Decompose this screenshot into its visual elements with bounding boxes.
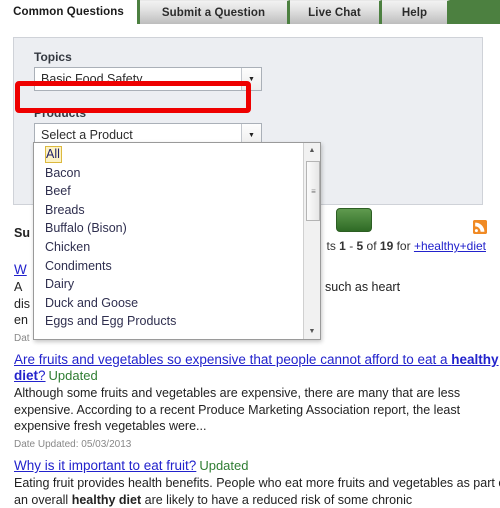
dropdown-scrollbar[interactable]: ▲ ≡ ▼ [303, 143, 320, 339]
topics-label: Topics [34, 50, 72, 64]
tab-help-label: Help [401, 6, 428, 19]
dropdown-option-beef[interactable]: Beef [34, 182, 303, 201]
tab-live-chat[interactable]: Live Chat [290, 0, 382, 24]
result-2-snippet: Although some fruits and vegetables are … [14, 386, 461, 433]
chevron-down-icon[interactable]: ▼ [241, 68, 261, 90]
result-3-updated-badge: Updated [199, 458, 249, 473]
tab-live-chat-label: Live Chat [308, 6, 361, 19]
search-submit-button[interactable] [336, 208, 372, 232]
result-item-2: Are fruits and vegetables so expensive t… [0, 352, 500, 450]
tab-submit-a-question-label: Submit a Question [161, 6, 266, 19]
result-1-snippet-line1: A [14, 280, 26, 294]
results-summary-label: Su [14, 226, 30, 240]
tab-submit-a-question[interactable]: Submit a Question [140, 0, 290, 24]
result-count-dash: - [345, 239, 357, 253]
products-dropdown-list[interactable]: All Bacon Beef Breads Buffalo (Bison) Ch… [33, 142, 321, 340]
dropdown-option-all[interactable]: All [45, 146, 62, 163]
result-count-from: 1 [339, 239, 346, 253]
result-1-title-link[interactable]: W [14, 262, 27, 277]
result-count-total: 19 [379, 239, 394, 253]
dropdown-option-chicken[interactable]: Chicken [34, 238, 303, 257]
tab-help[interactable]: Help [382, 0, 450, 24]
tab-bar-filler [450, 0, 500, 24]
result-2-title-post: ? [38, 368, 46, 383]
result-count-prefix: ts [326, 239, 340, 253]
tab-common-questions[interactable]: Common Questions [0, 0, 140, 24]
result-2-updated-badge: Updated [48, 368, 98, 383]
scroll-down-arrow-icon[interactable]: ▼ [304, 324, 320, 339]
search-query-link[interactable]: +healthy+diet [414, 239, 486, 253]
result-2-date: Date Updated: 05/03/2013 [14, 438, 132, 450]
tab-common-questions-label: Common Questions [13, 6, 124, 18]
products-dropdown-options: All Bacon Beef Breads Buffalo (Bison) Ch… [34, 143, 303, 339]
topics-select[interactable]: Basic Food Safety ▼ [34, 67, 262, 91]
result-3-snippet: Eating fruit provides health benefits. P… [14, 475, 500, 508]
rss-feed-icon[interactable] [473, 220, 487, 234]
result-3-title-link[interactable]: Why is it important to eat fruit? [14, 458, 196, 473]
dropdown-option-condiments[interactable]: Condiments [34, 257, 303, 276]
result-count-line: ts 1 - 5 of 19 for +healthy+diet [327, 239, 487, 253]
result-count-of: of [363, 239, 380, 253]
dropdown-option-dairy[interactable]: Dairy [34, 275, 303, 294]
dropdown-option-duck-and-goose[interactable]: Duck and Goose [34, 294, 303, 313]
dropdown-option-breads[interactable]: Breads [34, 201, 303, 220]
result-2-title-pre: Are fruits and vegetables so expensive t… [14, 352, 452, 367]
result-2-title-row: Are fruits and vegetables so expensive t… [14, 352, 500, 384]
products-select-value: Select a Product [41, 128, 133, 142]
topics-select-value: Basic Food Safety [41, 72, 143, 86]
result-3-title-row: Why is it important to eat fruit? Updated [14, 458, 500, 474]
dropdown-option-eggs-and-egg-products[interactable]: Eggs and Egg Products [34, 312, 303, 331]
main-tab-bar: Common Questions Submit a Question Live … [0, 0, 500, 24]
result-count-for: for [393, 239, 414, 253]
result-item-3: Why is it important to eat fruit? Updated… [0, 458, 500, 508]
scrollbar-thumb[interactable]: ≡ [306, 161, 320, 221]
dropdown-option-bacon[interactable]: Bacon [34, 164, 303, 183]
scroll-up-arrow-icon[interactable]: ▲ [304, 143, 320, 158]
products-label: Products [34, 106, 87, 120]
dropdown-option-buffalo-bison[interactable]: Buffalo (Bison) [34, 219, 303, 238]
